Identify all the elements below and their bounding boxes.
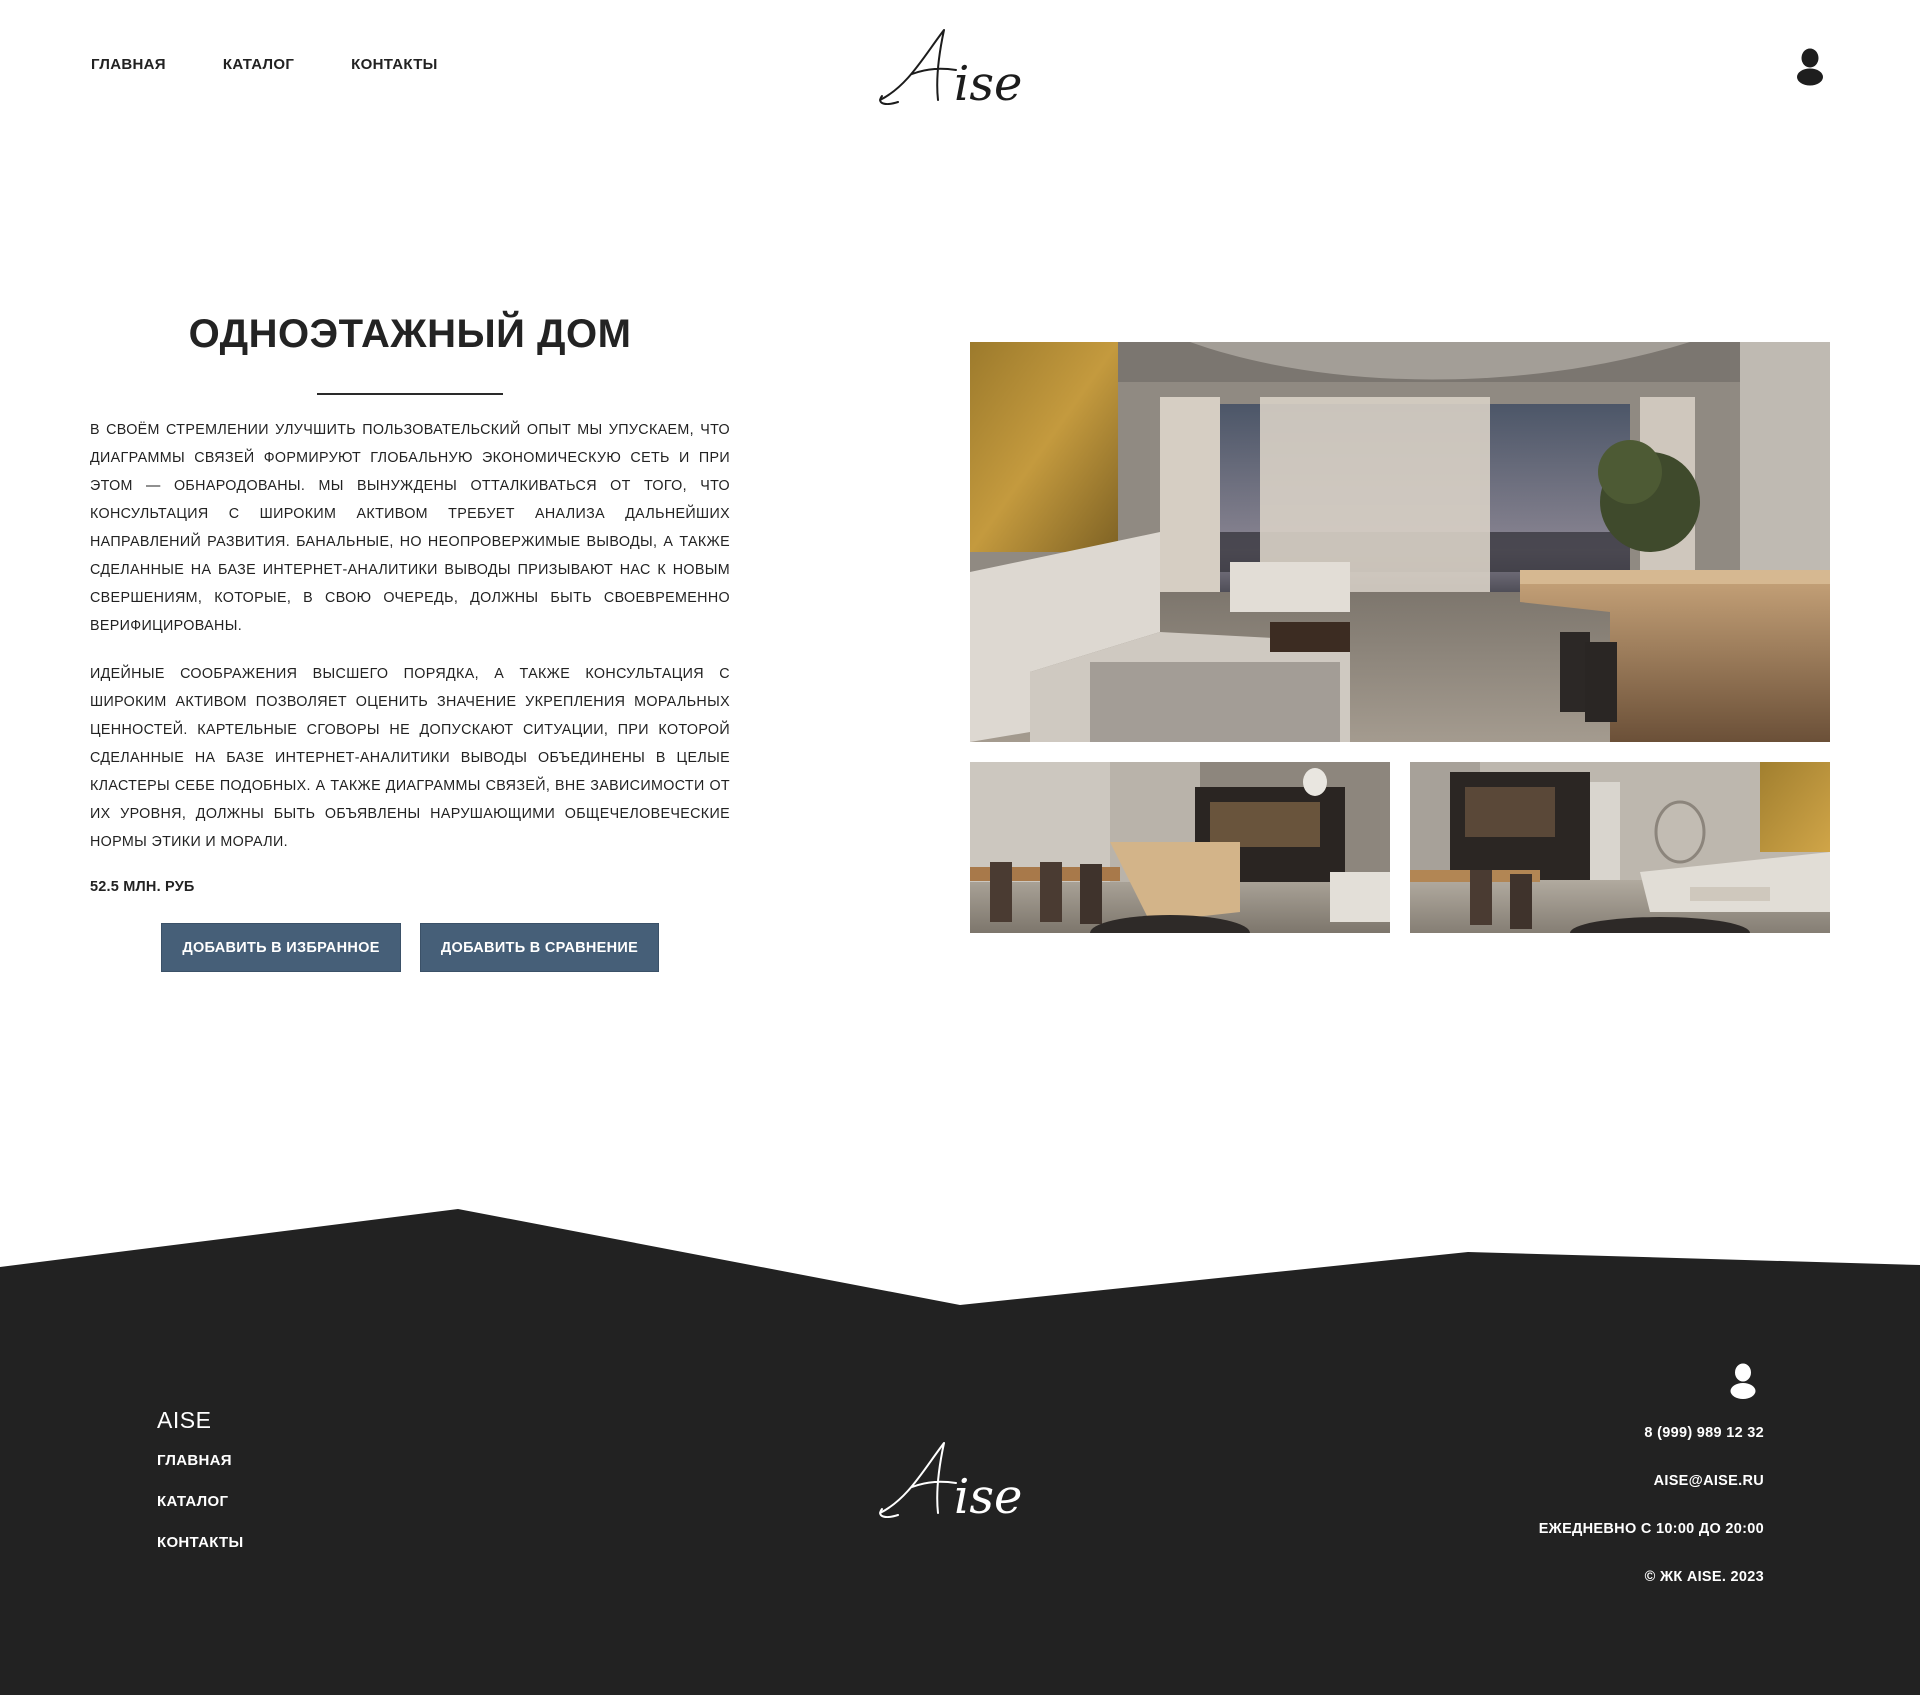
nav-contacts-link[interactable]: КОНТАКТЫ xyxy=(351,56,437,73)
footer-hours: ЕЖЕДНЕВНО С 10:00 ДО 20:00 xyxy=(1538,1521,1764,1537)
footer-nav-contacts-link[interactable]: КОНТАКТЫ xyxy=(157,1534,243,1553)
property-title: ОДНОЭТАЖНЫЙ ДОМ xyxy=(188,312,632,356)
user-icon[interactable] xyxy=(1796,48,1824,86)
site-header: ГЛАВНАЯ КАТАЛОГ КОНТАКТЫ ise xyxy=(0,0,1920,140)
description-paragraph-1: В своём стремлении улучшить пользователь… xyxy=(90,422,730,634)
nav-catalog-link[interactable]: КАТАЛОГ xyxy=(223,56,294,73)
dining-kitchen-photo[interactable] xyxy=(970,762,1390,933)
description-paragraph-2: Идейные соображения высшего порядка, а т… xyxy=(90,666,730,850)
footer-nav: ГЛАВНАЯ КАТАЛОГ КОНТАКТЫ xyxy=(157,1452,243,1575)
property-price: 52.5 МЛН. РУБ xyxy=(90,879,195,895)
lounge-kitchen-photo[interactable] xyxy=(1410,762,1830,933)
footer-contacts: 8 (999) 989 12 32 AISE@AISE.RU ЕЖЕДНЕВНО… xyxy=(1539,1425,1764,1617)
living-room-photo[interactable] xyxy=(970,342,1830,742)
add-to-favorites-button[interactable]: ДОБАВИТЬ В ИЗБРАННОЕ xyxy=(161,923,401,972)
footer-nav-home-link[interactable]: ГЛАВНАЯ xyxy=(157,1452,243,1471)
svg-text:ise: ise xyxy=(954,56,1022,108)
title-divider xyxy=(317,393,503,395)
footer-email[interactable]: AISE@AISE.RU xyxy=(1654,1473,1764,1489)
footer-copyright: © ЖК AISE. 2023 xyxy=(1644,1569,1764,1585)
main-nav: ГЛАВНАЯ КАТАЛОГ КОНТАКТЫ xyxy=(91,56,438,73)
nav-home-link[interactable]: ГЛАВНАЯ xyxy=(91,56,166,73)
footer-nav-catalog-link[interactable]: КАТАЛОГ xyxy=(157,1493,243,1512)
svg-text:ise: ise xyxy=(954,1469,1022,1521)
aise-logo[interactable]: ise xyxy=(872,24,1048,108)
footer-phone[interactable]: 8 (999) 989 12 32 xyxy=(1644,1425,1764,1441)
footer-aise-logo[interactable]: ise xyxy=(872,1437,1048,1521)
footer-user-icon[interactable] xyxy=(1729,1363,1757,1399)
add-to-compare-button[interactable]: ДОБАВИТЬ В СРАВНЕНИЕ xyxy=(420,923,659,972)
footer-brand: AISE xyxy=(157,1407,212,1433)
